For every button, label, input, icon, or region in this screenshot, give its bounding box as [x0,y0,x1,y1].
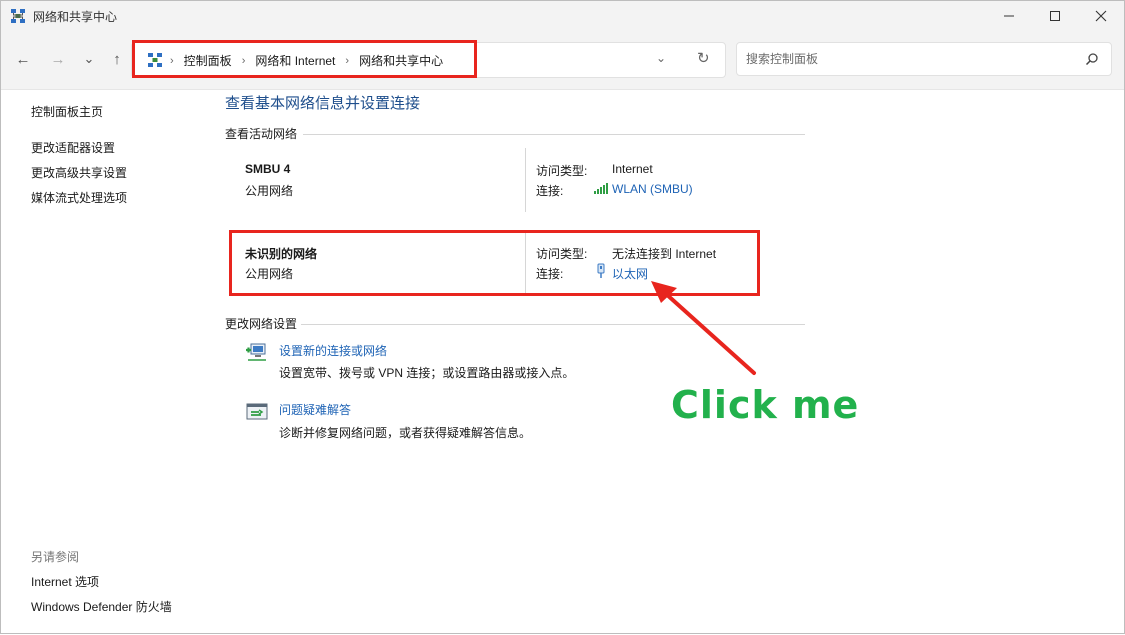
connection-label: 连接: [536,184,564,198]
sidebar-link-media-streaming[interactable]: 媒体流式处理选项 [31,189,127,206]
close-button[interactable] [1078,1,1124,31]
page-title: 查看基本网络信息并设置连接 [225,95,421,112]
network-divider [525,148,526,212]
forward-arrow-icon: → [50,50,66,68]
troubleshoot-icon [246,403,268,420]
up-arrow-icon: ↑ [113,50,121,68]
back-arrow-icon: ← [15,50,31,68]
click-me-annotation: Click me [671,383,860,427]
search-input[interactable] [746,52,1066,66]
section-divider [301,324,805,325]
new-connection-icon [246,343,266,361]
window-title: 网络和共享中心 [33,10,118,24]
access-type-value: Internet [612,162,653,176]
search-icon[interactable] [1085,52,1099,66]
refresh-icon[interactable]: ↻ [697,49,710,67]
section-divider [303,134,805,135]
sidebar-link-internet-options[interactable]: Internet 选项 [31,573,99,590]
troubleshoot-description: 诊断并修复网络问题，或者获得疑难解答信息。 [279,426,532,440]
wlan-connection-link[interactable]: WLAN (SMBU) [612,182,693,196]
up-button[interactable]: ↑ [105,49,129,69]
wifi-signal-icon [594,183,608,194]
title-bar: 网络和共享中心 [1,1,1124,31]
active-networks-heading: 查看活动网络 [225,127,298,141]
setup-new-connection-link[interactable]: 设置新的连接或网络 [279,342,387,359]
maximize-button[interactable] [1032,1,1078,31]
address-dropdown-icon[interactable]: ⌄ [656,51,666,65]
minimize-button[interactable] [986,1,1032,31]
back-button[interactable]: ← [11,49,35,69]
see-also-heading: 另请参阅 [31,550,80,564]
network-type[interactable]: 公用网络 [245,182,293,199]
recent-locations-button[interactable]: ⌄ [77,49,101,69]
access-type-label: 访问类型: [536,164,588,178]
minimize-icon [1004,15,1014,17]
network-sharing-center-window: 网络和共享中心 ← → ⌄ ↑ › 控制面板 › 网络和 Internet › … [0,0,1125,634]
network-name: SMBU 4 [245,162,291,176]
network-center-icon [11,9,25,23]
troubleshoot-link[interactable]: 问题疑难解答 [279,401,351,418]
sidebar-link-control-panel-home[interactable]: 控制面板主页 [31,103,103,120]
chevron-down-icon: ⌄ [83,51,95,66]
annotation-arrow [651,281,756,375]
setup-new-connection-description: 设置宽带、拨号或 VPN 连接；或设置路由器或接入点。 [279,366,575,380]
search-box[interactable] [736,42,1112,76]
change-settings-heading: 更改网络设置 [225,317,298,331]
address-highlight-box [132,40,477,78]
maximize-icon [1050,11,1060,21]
sidebar-link-change-advanced-sharing[interactable]: 更改高级共享设置 [31,164,127,181]
close-icon [1095,10,1107,22]
sidebar-link-defender-firewall[interactable]: Windows Defender 防火墙 [31,598,172,615]
unidentified-network-highlight-box [229,230,760,296]
forward-button[interactable]: → [46,49,70,69]
navigation-bar: ← → ⌄ ↑ › 控制面板 › 网络和 Internet › 网络和共享中心 … [1,31,1124,90]
sidebar-link-change-adapter-settings[interactable]: 更改适配器设置 [31,139,115,156]
